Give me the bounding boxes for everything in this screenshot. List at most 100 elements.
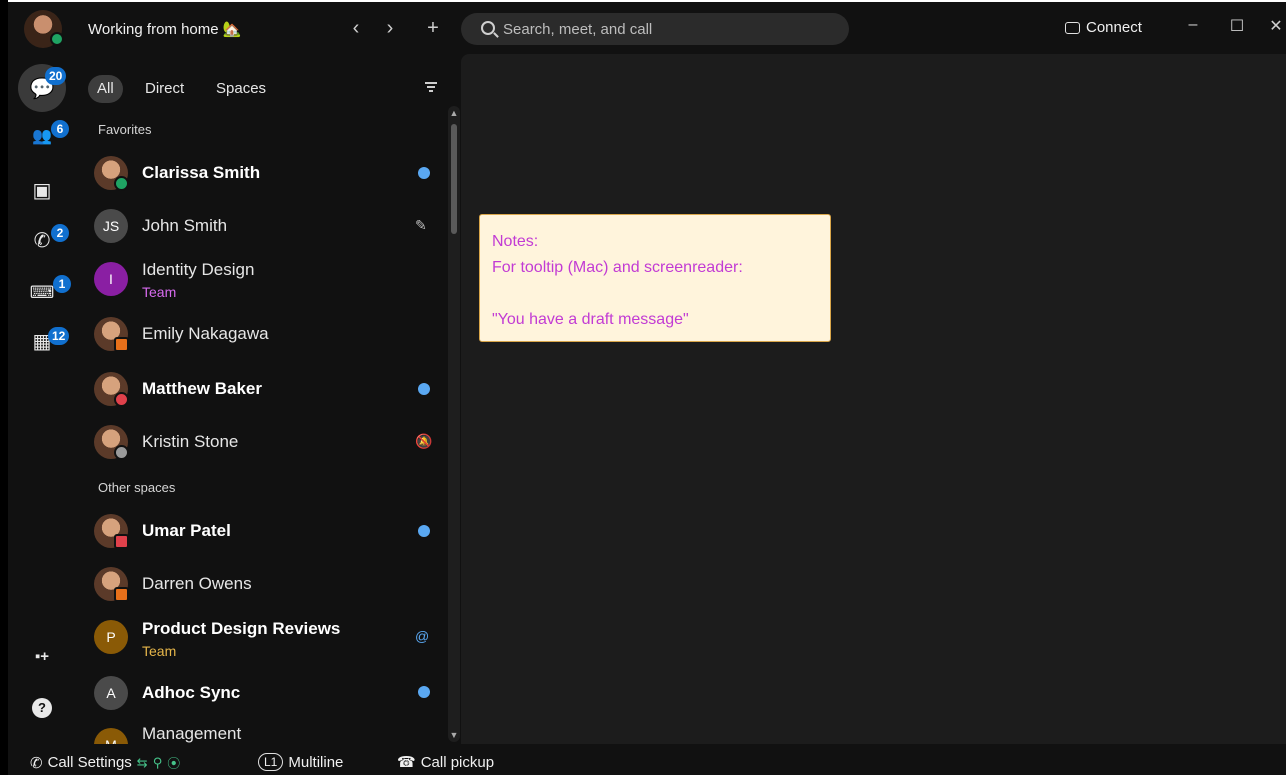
team-label: Team [142, 284, 177, 300]
contact-name: Darren Owens [142, 574, 252, 593]
rail-messaging[interactable]: 💬 20 [18, 64, 67, 112]
mention-icon: @ [415, 628, 430, 644]
help-icon: ? [32, 698, 52, 718]
note-line: "You have a draft message" [492, 311, 689, 328]
voicemail-icon: ⌨ [29, 283, 55, 302]
muted-bell-icon: 🔕 [415, 433, 433, 449]
call-routing-icon: ⚲ [152, 754, 163, 770]
unread-indicator [418, 167, 430, 179]
rail-help[interactable]: ? [18, 684, 66, 732]
call-settings-button[interactable]: ✆ Call Settings ⇆ ⚲ ⦿ [30, 753, 180, 772]
scroll-down-icon[interactable]: ▼ [449, 730, 459, 740]
list-item[interactable]: Kristin Stone 🔕 [76, 415, 446, 469]
list-item[interactable]: A Adhoc Sync [76, 666, 446, 720]
call-pickup-button[interactable]: ☎ Call pickup [397, 753, 495, 772]
webex-window: Working from home 🏡 ‹ › + Connect – ☐ ✕ … [8, 0, 1286, 775]
forward-button[interactable]: › [378, 16, 402, 40]
call-pickup-icon: ☎ [397, 754, 416, 771]
conversation-list-panel: All Direct Spaces Favorites Clarissa Smi… [76, 54, 461, 744]
search-icon [481, 21, 495, 35]
teams-icon: 👥 [32, 128, 52, 145]
phone-settings-icon: ✆ [30, 754, 43, 772]
minimize-button[interactable]: – [1183, 16, 1203, 34]
navigation-rail: 💬 20 👥 6 ▣ ✆ 2 ⌨ 1 ▦ 12 ▪+ ? [8, 54, 76, 744]
main-content: Notes: For tooltip (Mac) and screenreade… [461, 54, 1286, 744]
avatar: I [94, 262, 128, 296]
contacts-icon: ▣ [32, 179, 52, 202]
presence-presenting-icon [114, 534, 129, 549]
annotation-note: Notes: For tooltip (Mac) and screenreade… [479, 214, 831, 342]
calling-icon: ✆ [33, 229, 51, 252]
rail-apps[interactable]: ▪+ [18, 632, 66, 680]
list-scrollbar[interactable]: ▲ ▼ [448, 106, 460, 742]
note-title: Notes: [492, 233, 539, 250]
apps-icon: ▪+ [34, 647, 50, 665]
list-item[interactable]: P Product Design Reviews Team @ [76, 610, 446, 664]
connect-button[interactable]: Connect [1065, 19, 1142, 36]
list-item[interactable]: Emily Nakagawa [76, 307, 446, 361]
space-name: Product Design Reviews [142, 619, 341, 638]
unread-indicator [418, 383, 430, 395]
call-forward-icon: ⇆ [136, 754, 148, 770]
call-settings-label: Call Settings [47, 754, 132, 771]
call-pickup-label: Call pickup [420, 753, 495, 771]
new-plus-button[interactable]: + [421, 16, 445, 40]
filter-tabs: All Direct Spaces [76, 54, 461, 118]
avatar: P [94, 620, 128, 654]
list-item[interactable]: M Management [76, 718, 446, 744]
presence-dnd-icon [114, 392, 129, 407]
my-presence-indicator [50, 32, 64, 46]
filter-icon[interactable] [425, 82, 437, 92]
connect-label: Connect [1086, 19, 1142, 36]
section-other-spaces: Other spaces [98, 480, 176, 495]
avatar: M [94, 728, 128, 744]
avatar: JS [94, 209, 128, 243]
unread-indicator [418, 525, 430, 537]
search-bar[interactable] [461, 13, 849, 45]
note-line: For tooltip (Mac) and screenreader: [492, 259, 743, 276]
status-message[interactable]: Working from home 🏡 [88, 20, 241, 38]
unread-indicator [418, 686, 430, 698]
call-status-bar: ✆ Call Settings ⇆ ⚲ ⦿ L1 Multiline ☎ Cal… [8, 744, 1286, 775]
meetings-badge: 12 [48, 327, 70, 345]
list-item[interactable]: Clarissa Smith [76, 146, 446, 200]
contact-name: Kristin Stone [142, 432, 239, 451]
contact-name: Emily Nakagawa [142, 324, 269, 343]
rail-calling[interactable]: ✆ 2 [18, 216, 69, 264]
list-item[interactable]: Umar Patel [76, 504, 446, 558]
rail-meetings[interactable]: ▦ 12 [18, 317, 70, 365]
list-item[interactable]: Matthew Baker [76, 362, 446, 416]
filter-all[interactable]: All [88, 75, 123, 103]
filter-spaces[interactable]: Spaces [207, 75, 275, 103]
contact-name: John Smith [142, 216, 228, 235]
voicemail-badge: 1 [53, 275, 71, 293]
close-button[interactable]: ✕ [1266, 16, 1286, 36]
space-name: Management [142, 724, 242, 743]
multiline-button[interactable]: L1 Multiline [258, 753, 343, 771]
back-button[interactable]: ‹ [344, 16, 368, 40]
messaging-badge: 20 [45, 67, 67, 85]
scroll-up-icon[interactable]: ▲ [449, 108, 459, 118]
presence-in-meeting-icon [114, 587, 129, 602]
list-item[interactable]: JS John Smith ✎ [76, 199, 446, 253]
space-name: Identity Design [142, 260, 255, 279]
scroll-thumb[interactable] [451, 124, 457, 234]
title-bar: Working from home 🏡 ‹ › + Connect – ☐ ✕ [8, 2, 1286, 54]
rail-contacts[interactable]: ▣ [18, 166, 66, 214]
contact-name: Matthew Baker [142, 379, 262, 398]
rail-voicemail[interactable]: ⌨ 1 [18, 269, 71, 317]
presence-away-icon [114, 445, 129, 460]
teams-badge: 6 [51, 120, 69, 138]
list-item[interactable]: Darren Owens [76, 557, 446, 611]
connect-icon [1065, 21, 1080, 34]
search-input[interactable] [503, 13, 833, 45]
list-item[interactable]: I Identity Design Team [76, 252, 446, 306]
filter-direct[interactable]: Direct [136, 75, 193, 103]
rail-teams[interactable]: 👥 6 [18, 112, 69, 160]
space-name: Adhoc Sync [142, 683, 241, 702]
team-label: Team [142, 643, 177, 659]
line-badge: L1 [258, 753, 284, 771]
draft-icon: ✎ [415, 217, 427, 233]
contact-name: Umar Patel [142, 521, 231, 540]
maximize-button[interactable]: ☐ [1227, 16, 1247, 36]
